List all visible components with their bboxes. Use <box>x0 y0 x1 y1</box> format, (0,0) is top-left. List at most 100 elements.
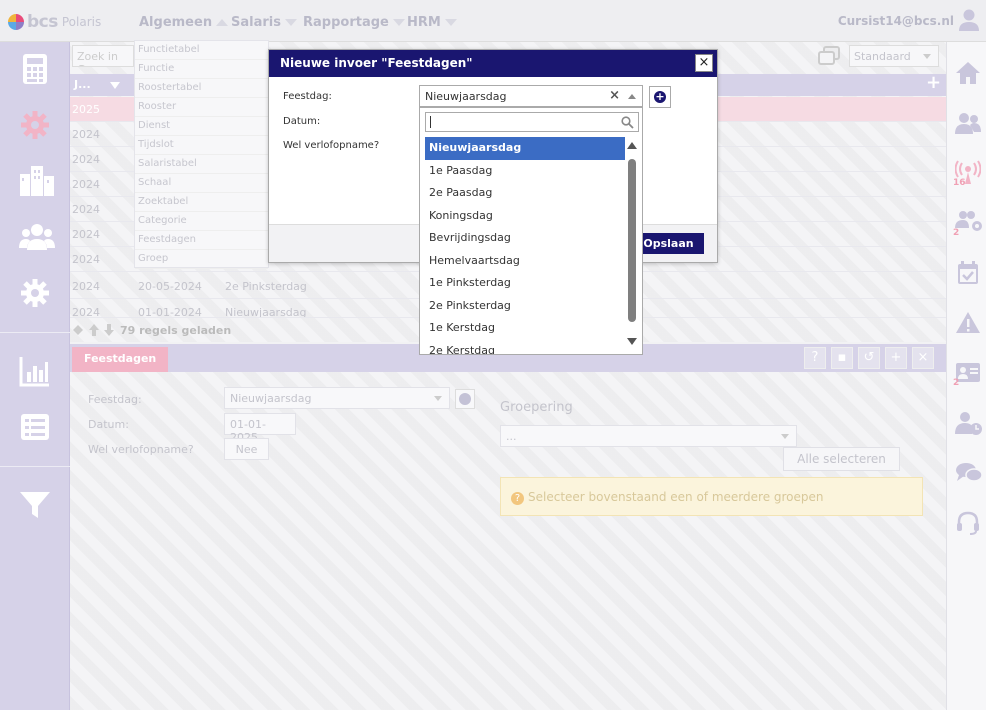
label-verlof: Wel verlofopname? <box>88 443 194 456</box>
user-clock-icon[interactable] <box>955 410 983 439</box>
badge-broadcast: 16 <box>953 178 966 188</box>
dropdown-option[interactable]: 1e Kerstdag <box>425 317 625 340</box>
row-nav-arrows-icon[interactable] <box>72 323 116 337</box>
nav-algemeen[interactable]: Algemeen <box>139 15 229 30</box>
dropdown-option[interactable]: Koningsdag <box>425 205 625 228</box>
caret-down-icon <box>444 19 457 26</box>
nav-rapportage[interactable]: Rapportage <box>303 15 405 30</box>
caret-up-icon <box>216 19 229 26</box>
add-feestdag-button[interactable] <box>455 389 475 409</box>
warning-icon[interactable] <box>955 310 981 339</box>
windows-icon[interactable] <box>817 45 841 70</box>
menu-item[interactable]: Feestdagen <box>135 231 268 250</box>
dropdown-option[interactable]: 1e Paasdag <box>425 160 625 183</box>
select-all-button[interactable]: Alle selecteren <box>783 447 900 471</box>
dropdown-scrollbar[interactable] <box>627 142 637 347</box>
nav-salaris[interactable]: Salaris <box>231 15 297 30</box>
menu-item[interactable]: Schaal <box>135 174 268 193</box>
save-icon-button[interactable]: ▪ <box>831 347 853 369</box>
cell-name: 2e Pinksterdag <box>225 280 307 293</box>
scroll-down-icon[interactable] <box>627 338 637 345</box>
feestdag-dropdown: Nieuwjaarsdag 1e Paasdag 2e Paasdag Koni… <box>419 107 643 355</box>
home-icon[interactable] <box>955 60 981 89</box>
menu-item[interactable]: Tijdslot <box>135 136 268 155</box>
caret-down-icon <box>284 19 297 26</box>
sort-down-icon[interactable] <box>110 82 120 89</box>
filter-icon[interactable] <box>18 488 52 525</box>
menu-item[interactable]: Dienst <box>135 117 268 136</box>
cell-name: Nieuwjaarsdag <box>225 306 307 318</box>
menu-item[interactable]: Categorie <box>135 212 268 231</box>
save-button[interactable]: Opslaan <box>633 233 704 254</box>
label-datum: Datum: <box>88 418 129 431</box>
menu-item[interactable]: Rooster <box>135 98 268 117</box>
badge-contact: 2 <box>953 378 960 388</box>
chat-icon[interactable] <box>955 460 983 489</box>
dropdown-option[interactable]: Bevrijdingsdag <box>425 227 625 250</box>
grouping-select[interactable]: ... <box>500 425 797 447</box>
calculator-icon[interactable] <box>18 52 52 89</box>
label-feestdag: Feestdag: <box>88 393 142 406</box>
dropdown-option[interactable]: 1e Pinksterdag <box>425 272 625 295</box>
cell-year: 2024 <box>72 253 100 266</box>
question-circle-icon: ? <box>511 492 524 505</box>
clear-icon[interactable]: × <box>609 88 620 103</box>
add-feestdag-button[interactable]: + <box>649 86 671 108</box>
menu-item[interactable]: Salaristabel <box>135 155 268 174</box>
list-icon[interactable] <box>18 410 52 447</box>
menu-item[interactable]: Groep <box>135 250 268 269</box>
close-button[interactable]: × <box>695 54 713 72</box>
logo[interactable]: bcs Polaris <box>8 12 101 32</box>
people-icon[interactable] <box>955 110 981 139</box>
text-cursor <box>430 116 431 128</box>
users-icon[interactable] <box>18 220 56 257</box>
feestdag-select[interactable]: Nieuwjaarsdag <box>224 387 450 409</box>
combobox-value: Nieuwjaarsdag <box>425 90 507 103</box>
dropdown-option[interactable]: Nieuwjaarsdag <box>425 137 625 160</box>
calendar-check-icon[interactable] <box>955 260 981 289</box>
settings-cog-icon[interactable] <box>18 276 52 313</box>
menu-item[interactable]: Functie <box>135 60 268 79</box>
undo-button[interactable]: ↺ <box>858 347 880 369</box>
top-bar: bcs Polaris Algemeen Salaris Rapportage … <box>0 0 986 42</box>
scrollbar-thumb[interactable] <box>628 159 636 322</box>
cell-year: 2024 <box>72 153 100 166</box>
dropdown-option[interactable]: Hemelvaartsdag <box>425 250 625 273</box>
menu-item[interactable]: Zoektabel <box>135 193 268 212</box>
view-select[interactable]: Standaard <box>849 45 939 67</box>
grid-col-header-year[interactable]: J... <box>74 78 91 91</box>
menu-item[interactable]: Roostertabel <box>135 79 268 98</box>
nav-label: Salaris <box>231 15 281 30</box>
chevron-up-icon[interactable] <box>628 94 636 99</box>
dialog-label-datum: Datum: <box>283 116 321 127</box>
nav-hrm[interactable]: HRM <box>407 15 457 30</box>
cell-year: 2024 <box>72 178 100 191</box>
user-email[interactable]: Cursist14@bcs.nl <box>838 14 954 28</box>
add-row-icon[interactable]: + <box>926 72 941 93</box>
dropdown-search-input[interactable] <box>425 112 639 132</box>
dialog-label-feestdag: Feestdag: <box>283 91 332 102</box>
grouping-select-value: ... <box>506 430 517 443</box>
detail-panel: Feestdag: Nieuwjaarsdag Datum: 01-01-202… <box>70 372 946 710</box>
dropdown-option[interactable]: 2e Pinksterdag <box>425 295 625 318</box>
add-button[interactable]: + <box>885 347 907 369</box>
bar-chart-icon[interactable] <box>18 354 52 391</box>
datum-field[interactable]: 01-01-2025 <box>224 413 296 444</box>
dropdown-option[interactable]: 2e Kerstdag <box>425 340 625 355</box>
dropdown-option[interactable]: 2e Paasdag <box>425 182 625 205</box>
delete-button[interactable]: × <box>912 347 934 369</box>
verlof-toggle[interactable]: Nee <box>224 438 269 460</box>
help-button[interactable]: ? <box>804 347 826 369</box>
menu-item[interactable]: Functietabel <box>135 41 268 60</box>
scroll-up-icon[interactable] <box>627 142 637 149</box>
cell-year: 2024 <box>72 228 100 241</box>
product-name: Polaris <box>61 15 102 29</box>
headset-icon[interactable] <box>955 510 981 539</box>
feestdag-combobox[interactable]: Nieuwjaarsdag × <box>419 85 643 107</box>
cell-year: 2025 <box>72 103 100 116</box>
grid-search-input[interactable]: Zoek in G <box>72 45 134 67</box>
gear-icon[interactable] <box>18 108 52 145</box>
user-icon[interactable] <box>958 8 980 35</box>
tab-feestdagen[interactable]: Feestdagen <box>72 347 169 372</box>
building-icon[interactable] <box>18 164 56 201</box>
